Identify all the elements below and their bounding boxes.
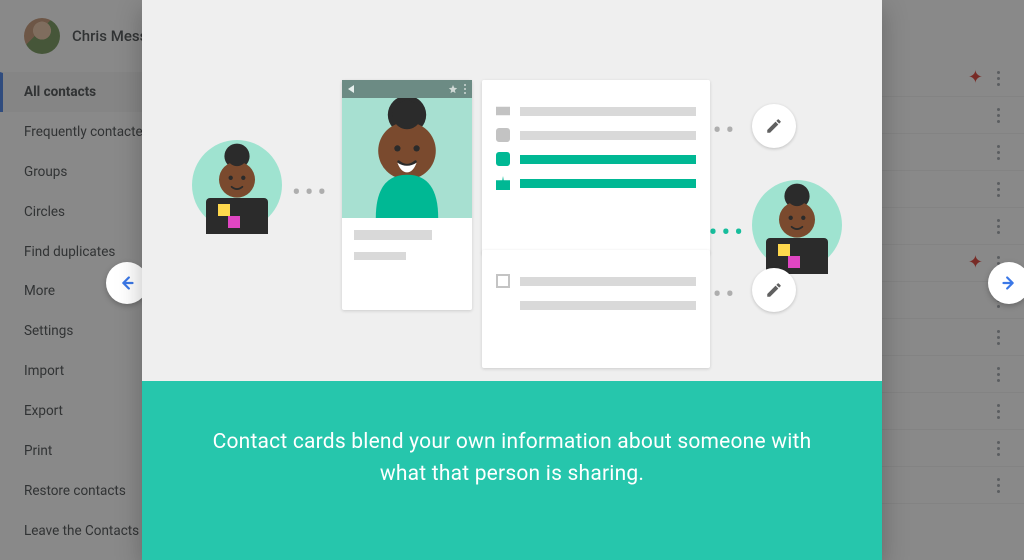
sticky-note-icon xyxy=(778,244,790,256)
onboarding-modal: ••• ••• ••• ••• xyxy=(142,0,882,560)
phone-icon xyxy=(496,152,510,166)
arrow-left-icon xyxy=(116,272,138,294)
persona-right-avatar xyxy=(752,180,842,270)
onboarding-next-button[interactable] xyxy=(988,262,1024,304)
illus-info-card xyxy=(482,250,710,368)
onboarding-caption: Contact cards blend your own information… xyxy=(142,381,882,560)
person-icon xyxy=(342,98,472,218)
back-icon xyxy=(348,85,354,93)
sticky-note-icon xyxy=(218,204,230,216)
star-icon xyxy=(448,84,458,94)
pencil-icon xyxy=(765,117,783,135)
modal-overlay: ••• ••• ••• ••• xyxy=(0,0,1024,560)
sticky-note-icon xyxy=(788,256,800,268)
sticky-note-icon xyxy=(228,216,240,228)
illus-info-card xyxy=(482,80,710,254)
laptop-icon xyxy=(206,198,268,234)
envelope-icon xyxy=(496,104,510,118)
arrow-right-icon xyxy=(998,272,1020,294)
connector-dots-icon: ••• xyxy=(292,178,330,208)
illus-edit-button xyxy=(752,104,796,148)
phone-icon xyxy=(496,128,510,142)
connector-dots-icon: ••• xyxy=(709,218,747,248)
illus-contact-card xyxy=(342,80,472,310)
calendar-icon xyxy=(496,274,510,288)
persona-left-avatar xyxy=(192,140,282,230)
cake-icon xyxy=(496,176,510,190)
onboarding-illustration: ••• ••• ••• ••• xyxy=(142,0,882,381)
kebab-icon xyxy=(464,88,466,90)
illus-edit-button xyxy=(752,268,796,312)
pencil-icon xyxy=(765,281,783,299)
